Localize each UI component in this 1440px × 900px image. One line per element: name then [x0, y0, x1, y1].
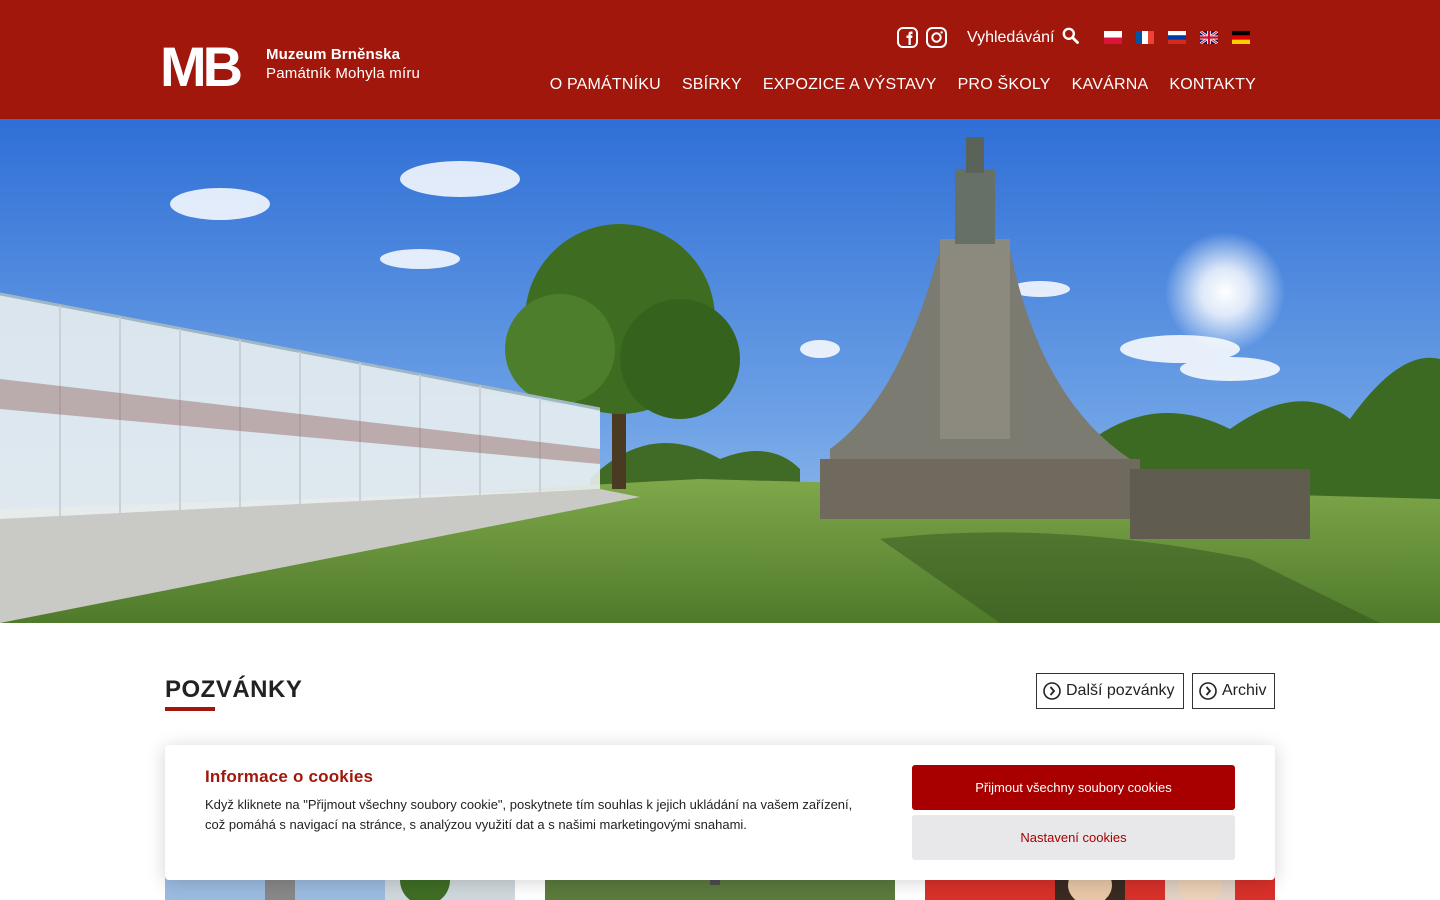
section-title: POZVÁNKY — [165, 676, 303, 703]
social-links — [897, 27, 947, 48]
nav-item-o-pamatniku[interactable]: O PAMÁTNÍKU — [550, 76, 661, 94]
logo-line1: Muzeum Brněnska — [266, 46, 401, 63]
facebook-icon[interactable] — [897, 27, 918, 48]
nav-item-kavarna[interactable]: KAVÁRNA — [1072, 76, 1149, 94]
logo-text: Muzeum Brněnska Památník Mohyla míru — [266, 45, 420, 83]
nav-item-pro-skoly[interactable]: PRO ŠKOLY — [958, 76, 1051, 94]
nav-item-expozice[interactable]: EXPOZICE A VÝSTAVY — [763, 76, 937, 94]
nav-item-sbirky[interactable]: SBÍRKY — [682, 76, 742, 94]
cookie-text: Když kliknete na "Přijmout všechny soubo… — [205, 797, 853, 832]
cookie-banner: Informace o cookies Když kliknete na "Př… — [165, 745, 1275, 880]
accept-all-cookies-button[interactable]: Přijmout všechny soubory cookies — [912, 765, 1235, 810]
more-invitations-label: Další pozvánky — [1066, 682, 1175, 699]
flag-ru-icon[interactable] — [1168, 31, 1186, 44]
logo-letters: MB — [160, 40, 241, 88]
search-link[interactable]: Vyhledávání — [967, 27, 1080, 49]
nav-item-kontakty[interactable]: KONTAKTY — [1169, 76, 1256, 94]
cookie-settings-button[interactable]: Nastavení cookies — [912, 815, 1235, 860]
chevron-right-circle-icon — [1199, 682, 1217, 700]
more-invitations-button[interactable]: Další pozvánky — [1036, 673, 1184, 709]
archive-button[interactable]: Archiv — [1192, 673, 1275, 709]
hero-image — [0, 119, 1440, 623]
search-icon — [1062, 27, 1080, 49]
archive-label: Archiv — [1222, 682, 1267, 699]
site-header: MB Muzeum Brněnska Památník Mohyla míru … — [0, 0, 1440, 119]
chevron-right-circle-icon — [1043, 682, 1061, 700]
flag-en-icon[interactable] — [1200, 31, 1218, 44]
cookie-title: Informace o cookies — [205, 767, 374, 786]
site-logo[interactable]: MB Muzeum Brněnska Památník Mohyla míru — [160, 40, 420, 88]
section-underline — [165, 707, 215, 711]
logo-mark: MB — [160, 40, 258, 88]
instagram-icon[interactable] — [926, 27, 947, 48]
language-switcher — [1104, 31, 1250, 44]
flag-de-icon[interactable] — [1232, 31, 1250, 44]
flag-fr-icon[interactable] — [1136, 31, 1154, 44]
flag-pl-icon[interactable] — [1104, 31, 1122, 44]
search-label: Vyhledávání — [967, 28, 1055, 46]
main-nav: O PAMÁTNÍKU SBÍRKY EXPOZICE A VÝSTAVY PR… — [550, 76, 1256, 94]
logo-line2: Památník Mohyla míru — [266, 65, 421, 82]
